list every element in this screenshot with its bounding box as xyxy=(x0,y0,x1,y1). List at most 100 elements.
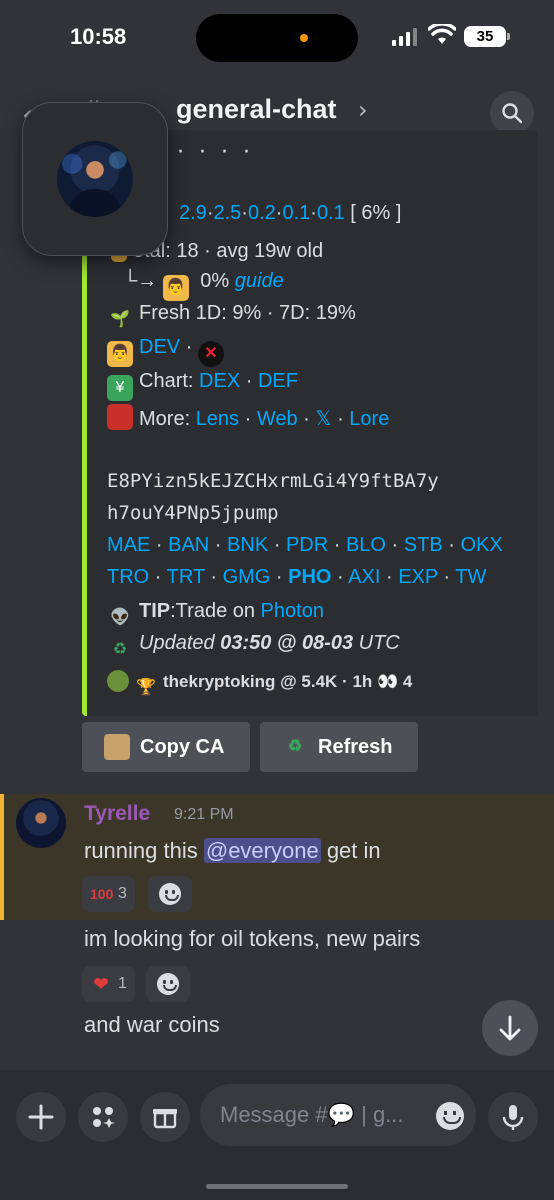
fresh-text: Fresh 1D: 9% · 7D: 19% xyxy=(139,302,356,324)
separator: · xyxy=(310,202,317,224)
bot-link-tw[interactable]: TW xyxy=(455,566,486,588)
contract-address-line-1[interactable]: E8PYizn5kEJZCHxrmLGi4Y9ftBA7y xyxy=(107,470,439,492)
everyone-mention[interactable]: @everyone xyxy=(203,838,321,863)
voice-message-button[interactable] xyxy=(488,1092,538,1142)
views-count: 4 xyxy=(402,672,413,691)
avatar-preview-popover[interactable] xyxy=(22,102,168,256)
bot-link-axi[interactable]: AXI xyxy=(348,566,380,588)
chevron-right-icon[interactable]: › xyxy=(358,96,368,124)
technologist-icon: 👨 xyxy=(162,275,189,301)
copy-ca-button[interactable]: Copy CA xyxy=(82,722,250,772)
search-icon xyxy=(502,103,523,124)
tip-label: TIP xyxy=(139,600,171,622)
apps-icon xyxy=(93,1107,115,1128)
clipboard-icon xyxy=(104,734,130,760)
recycle-icon: ♻ xyxy=(287,738,303,755)
bot-link-okx[interactable]: OKX xyxy=(460,534,502,556)
dev-separator: · xyxy=(180,336,198,358)
more-label: More: xyxy=(139,408,196,430)
bot-link-exp[interactable]: EXP xyxy=(398,566,438,588)
reaction-heart-fire[interactable]: ❤ 1 xyxy=(82,966,135,1002)
home-indicator xyxy=(206,1184,348,1189)
contract-address-line-2[interactable]: h7ouY4PNp5jpump xyxy=(107,502,279,524)
holder-percent-value[interactable]: 2.5 xyxy=(213,202,241,224)
more-line: More: Lens · Web · 𝕏 · Lore xyxy=(107,404,389,431)
dynamic-island xyxy=(196,14,358,62)
eyes-icon: 👀 xyxy=(377,672,399,691)
bot-link-tro[interactable]: TRO xyxy=(107,566,149,588)
refresh-button[interactable]: ♻ Refresh xyxy=(260,722,418,772)
guide-link[interactable]: guide xyxy=(235,270,284,292)
message-author[interactable]: Tyrelle xyxy=(84,802,150,826)
channel-title[interactable]: general-chat xyxy=(176,94,337,125)
updated-line: ♻ Updated 03:50 @ 08-03 UTC xyxy=(107,632,400,663)
bot-links-row-2: TRO · TRT · GMG · PHO · AXI · EXP · TW xyxy=(107,566,486,589)
search-button[interactable] xyxy=(490,91,534,135)
embed-footer: 🏆 thekryptoking @ 5.4K · 1h 👀 4 xyxy=(107,670,412,697)
tip-text: :Trade on xyxy=(170,600,261,622)
separator: · xyxy=(385,534,404,556)
chart-link-dex[interactable]: DEX xyxy=(199,370,240,392)
holder-percent-value[interactable]: 2.9 xyxy=(179,202,207,224)
bot-link-bnk[interactable]: BNK xyxy=(227,534,268,556)
bot-link-ban[interactable]: BAN xyxy=(168,534,209,556)
bot-link-pdr[interactable]: PDR xyxy=(286,534,328,556)
smile-icon xyxy=(157,973,179,995)
reaction-hundred[interactable]: 100 3 xyxy=(82,876,135,912)
bot-link-blo[interactable]: BLO xyxy=(346,534,386,556)
guide-line: └→ 👨 0% guide xyxy=(123,270,284,301)
holder-percent-value[interactable]: 0.1 xyxy=(282,202,310,224)
jump-to-bottom-button[interactable] xyxy=(482,1000,538,1056)
tip-line: 👽 TIP:Trade on Photon xyxy=(107,600,324,631)
separator: · xyxy=(380,566,399,588)
hundred-points-icon: 100 xyxy=(90,886,114,902)
status-bar: 10:58 35 xyxy=(0,0,554,80)
message-text[interactable]: im looking for oil tokens, new pairs xyxy=(84,926,420,952)
separator: · xyxy=(437,566,456,588)
apps-button[interactable] xyxy=(78,1092,128,1142)
more-link-lore[interactable]: Lore xyxy=(349,408,389,430)
separator: · xyxy=(270,566,289,588)
reaction-count: 1 xyxy=(118,975,127,992)
emoji-picker-icon[interactable] xyxy=(436,1102,464,1130)
tip-link-photon[interactable]: Photon xyxy=(261,600,324,622)
bot-link-mae[interactable]: MAE xyxy=(107,534,150,556)
dev-link[interactable]: DEV xyxy=(139,336,180,358)
toolbox-icon xyxy=(107,404,133,430)
bot-link-gmg[interactable]: GMG xyxy=(223,566,271,588)
chart-link-def[interactable]: DEF xyxy=(258,370,298,392)
more-link-web[interactable]: Web xyxy=(257,408,298,430)
holder-percent-value[interactable]: 0.2 xyxy=(248,202,276,224)
avatar[interactable] xyxy=(16,798,66,848)
cellular-signal-icon xyxy=(392,28,417,46)
holders-values: 2.9·2.5·0.2·0.1·0.1 xyxy=(179,202,345,224)
message-text[interactable]: and war coins xyxy=(84,1012,220,1038)
technologist-icon: 👨 xyxy=(107,341,133,367)
wifi-icon xyxy=(428,24,456,44)
copy-ca-label: Copy CA xyxy=(140,735,225,758)
more-link-lens[interactable]: Lens xyxy=(196,408,239,430)
dev-line: 👨 DEV · ✕ xyxy=(107,336,230,367)
clock: 10:58 xyxy=(70,24,127,49)
bot-link-pho[interactable]: PHO xyxy=(288,566,331,588)
holder-percent-value[interactable]: 0.1 xyxy=(317,202,345,224)
guide-percent: 0% xyxy=(194,270,235,292)
message-input[interactable]: Message #💬 | g... xyxy=(200,1084,476,1146)
avatar xyxy=(57,141,133,217)
add-reaction-button[interactable] xyxy=(148,876,192,912)
chart-yen-icon: ¥ xyxy=(107,375,133,401)
plus-button[interactable] xyxy=(16,1092,66,1142)
add-reaction-button[interactable] xyxy=(146,966,190,1002)
chart-line: ¥ Chart: DEX · DEF xyxy=(107,370,298,401)
holders-line: 2.9·2.5·0.2·0.1·0.1 [ 6% ] xyxy=(179,202,401,225)
bot-link-trt[interactable]: TRT xyxy=(167,566,205,588)
more-link-x[interactable]: 𝕏 xyxy=(315,408,331,430)
plus-icon xyxy=(28,1104,54,1130)
bot-link-stb[interactable]: STB xyxy=(404,534,443,556)
seedling-icon: 🌱 xyxy=(110,311,130,328)
message-text[interactable]: running this @everyone get in xyxy=(84,838,381,864)
gift-button[interactable] xyxy=(140,1092,190,1142)
reaction-count: 3 xyxy=(118,885,127,902)
fresh-line: 🌱 Fresh 1D: 9% · 7D: 19% xyxy=(107,302,356,333)
blocked-icon: ✕ xyxy=(197,341,224,367)
